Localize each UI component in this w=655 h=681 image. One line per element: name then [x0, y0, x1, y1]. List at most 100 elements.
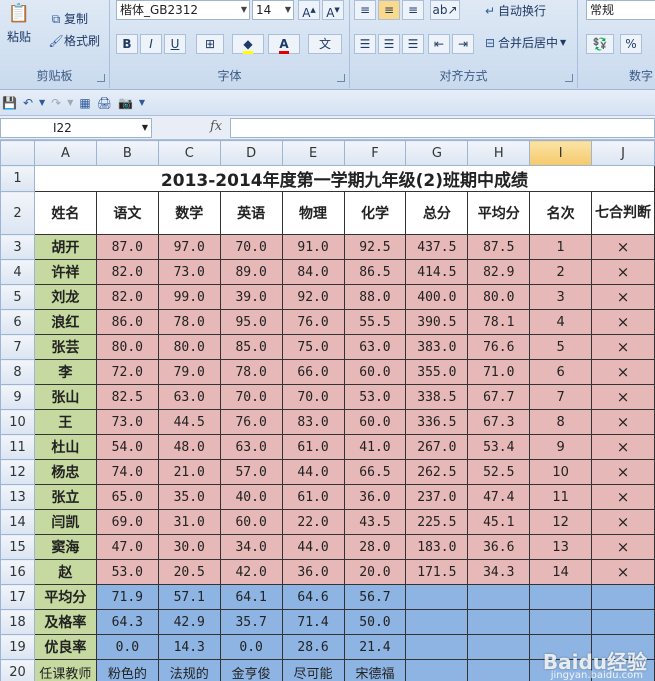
empty-cell[interactable] [467, 659, 531, 681]
orientation-button[interactable]: ab↗ [430, 0, 460, 20]
score-cell[interactable]: 225.5 [405, 509, 469, 535]
score-cell[interactable]: 91.0 [281, 234, 345, 260]
empty-cell[interactable] [529, 584, 593, 610]
score-cell[interactable]: 76.6 [467, 334, 531, 360]
wrap-text-button[interactable]: ↵ 自动换行 [482, 2, 546, 19]
judgement-cell[interactable]: × [591, 334, 655, 360]
score-cell[interactable]: 171.5 [405, 559, 469, 585]
score-cell[interactable]: 73.0 [157, 259, 221, 285]
score-cell[interactable]: 80.0 [467, 284, 531, 310]
summary-value-cell[interactable]: 21.4 [343, 634, 407, 660]
student-name-cell[interactable]: 赵 [33, 559, 97, 585]
student-name-cell[interactable]: 许祥 [33, 259, 97, 285]
judgement-cell[interactable]: × [591, 309, 655, 335]
header-cell[interactable]: 英语 [219, 191, 283, 235]
score-cell[interactable]: 48.0 [157, 434, 221, 460]
align-right-button[interactable]: ☰ [402, 34, 424, 54]
summary-value-cell[interactable]: 28.6 [281, 634, 345, 660]
row-header-12[interactable]: 12 [0, 459, 35, 485]
score-cell[interactable]: 34.3 [467, 559, 531, 585]
score-cell[interactable]: 28.0 [343, 534, 407, 560]
score-cell[interactable]: 42.0 [219, 559, 283, 585]
summary-value-cell[interactable]: 56.7 [343, 584, 407, 610]
score-cell[interactable]: 84.0 [281, 259, 345, 285]
summary-value-cell[interactable]: 50.0 [343, 609, 407, 635]
score-cell[interactable]: 95.0 [219, 309, 283, 335]
score-cell[interactable]: 60.0 [219, 509, 283, 535]
score-cell[interactable]: 74.0 [95, 459, 159, 485]
score-cell[interactable]: 86.5 [343, 259, 407, 285]
score-cell[interactable]: 40.0 [219, 484, 283, 510]
increase-indent-button[interactable]: ⇥ [452, 34, 474, 54]
score-cell[interactable]: 99.0 [157, 284, 221, 310]
score-cell[interactable]: 66.5 [343, 459, 407, 485]
spreadsheet-icon[interactable]: ▦ [79, 96, 90, 110]
student-name-cell[interactable]: 胡开 [33, 234, 97, 260]
paste-button[interactable]: 📋 粘贴 [6, 5, 32, 45]
font-color-button[interactable]: A [268, 34, 300, 54]
empty-cell[interactable] [591, 609, 655, 635]
row-header-17[interactable]: 17 [0, 584, 35, 610]
score-cell[interactable]: 70.0 [219, 234, 283, 260]
row-header-16[interactable]: 16 [0, 559, 35, 585]
header-cell[interactable]: 物理 [281, 191, 345, 235]
score-cell[interactable]: 97.0 [157, 234, 221, 260]
score-cell[interactable]: 57.0 [219, 459, 283, 485]
teacher-name-cell[interactable]: 尽可能 [281, 659, 345, 681]
camera-icon[interactable]: 📷 [118, 96, 133, 110]
judgement-cell[interactable]: × [591, 534, 655, 560]
column-header-j[interactable]: J [591, 140, 655, 166]
score-cell[interactable]: 83.0 [281, 409, 345, 435]
student-name-cell[interactable]: 李 [33, 359, 97, 385]
score-cell[interactable]: 61.0 [281, 484, 345, 510]
italic-button[interactable]: I [140, 34, 162, 54]
header-cell[interactable]: 总分 [405, 191, 469, 235]
header-cell[interactable]: 名次 [529, 191, 593, 235]
score-cell[interactable]: 71.0 [467, 359, 531, 385]
score-cell[interactable]: 87.5 [467, 234, 531, 260]
score-cell[interactable]: 80.0 [95, 334, 159, 360]
chevron-down-icon[interactable]: ▼ [67, 98, 73, 107]
empty-cell[interactable] [591, 584, 655, 610]
student-name-cell[interactable]: 杜山 [33, 434, 97, 460]
formula-input[interactable] [230, 118, 655, 138]
score-cell[interactable]: 80.0 [157, 334, 221, 360]
score-cell[interactable]: 21.0 [157, 459, 221, 485]
column-header-h[interactable]: H [467, 140, 531, 166]
score-cell[interactable]: 4 [529, 309, 593, 335]
score-cell[interactable]: 44.0 [281, 459, 345, 485]
summary-label-cell[interactable]: 优良率 [33, 634, 97, 660]
score-cell[interactable]: 55.5 [343, 309, 407, 335]
column-header-e[interactable]: E [281, 140, 345, 166]
score-cell[interactable]: 69.0 [95, 509, 159, 535]
score-cell[interactable]: 20.5 [157, 559, 221, 585]
score-cell[interactable]: 400.0 [405, 284, 469, 310]
column-header-g[interactable]: G [405, 140, 469, 166]
score-cell[interactable]: 8 [529, 409, 593, 435]
score-cell[interactable]: 44.5 [157, 409, 221, 435]
judgement-cell[interactable]: × [591, 559, 655, 585]
row-header-7[interactable]: 7 [0, 334, 35, 360]
summary-value-cell[interactable]: 0.0 [219, 634, 283, 660]
score-cell[interactable]: 43.5 [343, 509, 407, 535]
summary-value-cell[interactable]: 14.3 [157, 634, 221, 660]
score-cell[interactable]: 87.0 [95, 234, 159, 260]
score-cell[interactable]: 7 [529, 384, 593, 410]
empty-cell[interactable] [405, 634, 469, 660]
align-center-button[interactable]: ☰ [378, 34, 400, 54]
score-cell[interactable]: 262.5 [405, 459, 469, 485]
student-name-cell[interactable]: 杨忠 [33, 459, 97, 485]
score-cell[interactable]: 36.0 [281, 559, 345, 585]
score-cell[interactable]: 34.0 [219, 534, 283, 560]
row-header-3[interactable]: 3 [0, 234, 35, 260]
score-cell[interactable]: 22.0 [281, 509, 345, 535]
student-name-cell[interactable]: 张芸 [33, 334, 97, 360]
score-cell[interactable]: 82.0 [95, 284, 159, 310]
score-cell[interactable]: 73.0 [95, 409, 159, 435]
score-cell[interactable]: 20.0 [343, 559, 407, 585]
empty-cell[interactable] [405, 659, 469, 681]
number-format-select[interactable]: 常规 [586, 0, 655, 20]
score-cell[interactable]: 70.0 [281, 384, 345, 410]
shrink-font-button[interactable]: A▼ [322, 0, 344, 20]
border-button[interactable]: ⊞ [196, 34, 224, 54]
